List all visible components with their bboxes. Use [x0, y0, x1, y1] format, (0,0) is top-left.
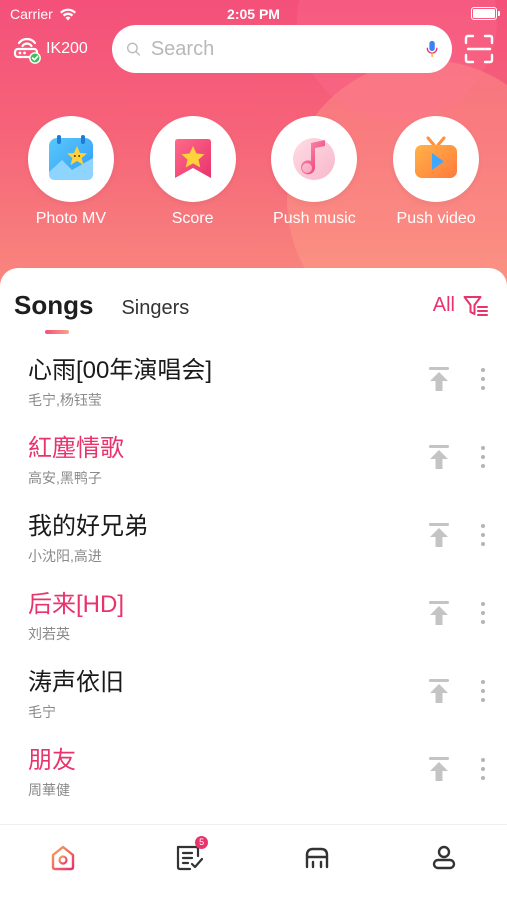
- pin-to-top-icon[interactable]: [427, 756, 451, 782]
- score-button[interactable]: Score: [138, 116, 248, 228]
- pin-to-top-icon[interactable]: [427, 366, 451, 392]
- song-row[interactable]: 紅塵情歌 高安,黑鸭子: [0, 424, 507, 502]
- device-name: IK200: [46, 40, 88, 57]
- list-tabs: Songs Singers: [14, 290, 189, 334]
- quick-action-label: Score: [171, 210, 214, 227]
- score-icon: [174, 139, 211, 178]
- song-artist: 毛宁: [28, 704, 56, 720]
- more-options-icon[interactable]: [474, 754, 492, 784]
- tab-profile[interactable]: [424, 843, 464, 879]
- clock: 2:05 PM: [227, 6, 280, 22]
- more-options-icon[interactable]: [474, 676, 492, 706]
- push-video-icon: [415, 136, 458, 178]
- pin-to-top-icon[interactable]: [427, 600, 451, 626]
- quick-action-label: Push music: [273, 210, 356, 227]
- push-music-icon: [293, 138, 336, 180]
- push-video-button[interactable]: Push video: [381, 116, 491, 228]
- more-options-icon[interactable]: [474, 442, 492, 472]
- search-icon: [127, 42, 141, 56]
- microphone-icon[interactable]: [426, 36, 438, 62]
- tab-singers[interactable]: Singers: [121, 297, 189, 320]
- quick-actions: Photo MV Score Push music Push video: [0, 116, 507, 228]
- photo-mv-icon: [48, 135, 93, 180]
- song-row[interactable]: 心雨[00年演唱会] 毛宁,杨钰莹: [0, 346, 507, 424]
- pin-to-top-icon[interactable]: [427, 522, 451, 548]
- device-icon: [305, 847, 329, 869]
- quick-action-label: Push video: [396, 210, 476, 227]
- song-artist: 高安,黑鸭子: [28, 470, 102, 486]
- tab-songs[interactable]: Songs: [14, 290, 94, 334]
- tab-home[interactable]: [43, 843, 83, 879]
- more-options-icon[interactable]: [474, 520, 492, 550]
- status-bar: Carrier 2:05 PM: [0, 0, 507, 28]
- song-row[interactable]: 涛声依旧 毛宁: [0, 658, 507, 736]
- pin-to-top-icon[interactable]: [427, 678, 451, 704]
- scan-icon[interactable]: [464, 34, 494, 64]
- song-artist: 小沈阳,高进: [28, 548, 102, 564]
- photo-mv-button[interactable]: Photo MV: [16, 116, 126, 228]
- pin-to-top-icon[interactable]: [427, 444, 451, 470]
- song-list-card: Songs Singers All 心雨[00年演唱会] 毛宁,杨钰莹 紅塵情歌 高安…: [0, 268, 507, 828]
- push-music-button[interactable]: Push music: [259, 116, 369, 228]
- device-selector[interactable]: IK200: [12, 34, 88, 64]
- tab-playlist[interactable]: 5: [170, 836, 210, 879]
- router-icon: [13, 37, 41, 64]
- tab-singers-label: Singers: [121, 297, 190, 319]
- quick-action-label: Photo MV: [35, 210, 106, 227]
- playlist-badge: 5: [195, 836, 209, 849]
- song-row[interactable]: 朋友 周華健: [0, 736, 507, 814]
- more-options-icon[interactable]: [474, 364, 492, 394]
- search-input[interactable]: [150, 37, 416, 61]
- battery-icon: [471, 7, 500, 20]
- filter-icon: [463, 295, 488, 316]
- more-options-icon[interactable]: [474, 598, 492, 628]
- song-artist: 刘若英: [28, 626, 70, 642]
- song-row[interactable]: 我的好兄弟 小沈阳,高进: [0, 502, 507, 580]
- home-icon: [52, 845, 75, 871]
- tab-bar: 5: [0, 824, 507, 900]
- filter-button[interactable]: All: [433, 294, 489, 317]
- tab-songs-label: Songs: [14, 290, 94, 320]
- song-list: 心雨[00年演唱会] 毛宁,杨钰莹 紅塵情歌 高安,黑鸭子 我的好兄弟 小沈阳,高进 后来[…: [0, 346, 507, 814]
- song-artist: 周華健: [28, 782, 70, 798]
- filter-label: All: [432, 294, 455, 316]
- active-tab-indicator: [45, 330, 69, 334]
- search-bar[interactable]: [112, 25, 452, 73]
- tab-device[interactable]: [297, 843, 337, 879]
- profile-icon: [432, 845, 455, 870]
- song-row[interactable]: 后来[HD] 刘若英: [0, 580, 507, 658]
- song-artist: 毛宁,杨钰莹: [28, 392, 102, 408]
